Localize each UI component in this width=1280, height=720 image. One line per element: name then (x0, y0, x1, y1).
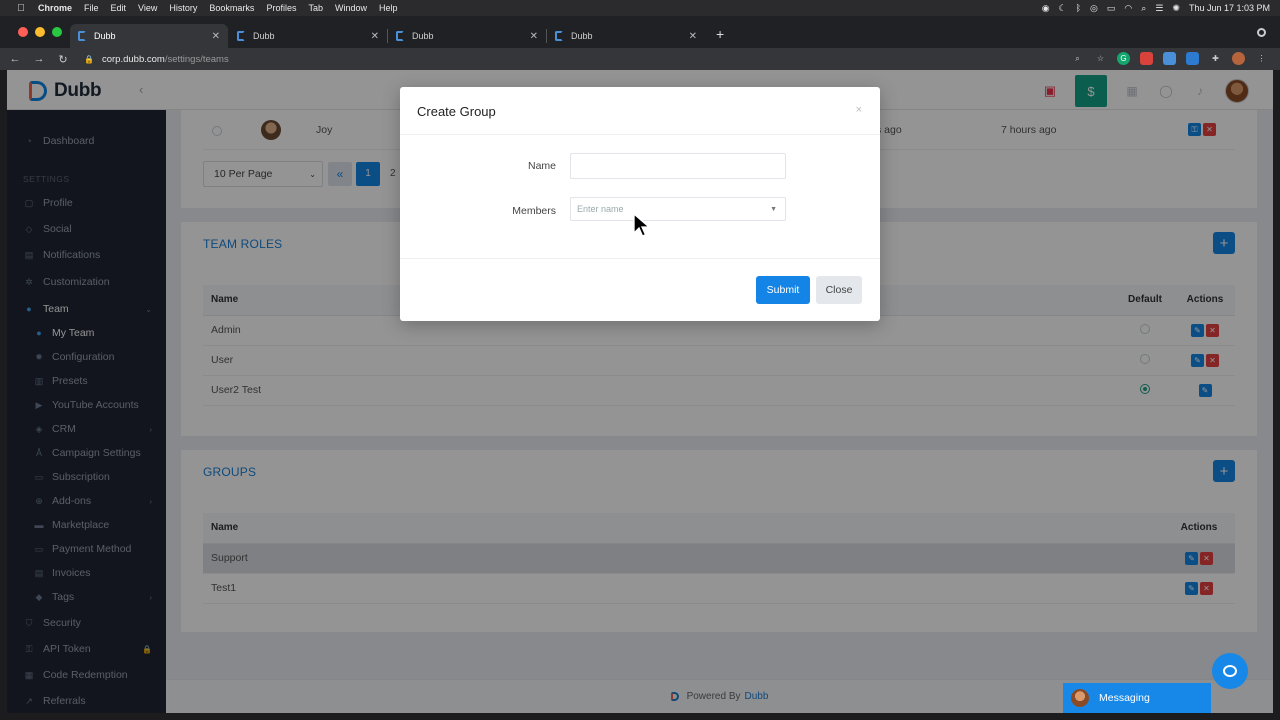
menu-edit[interactable]: Edit (111, 3, 127, 13)
extension-icons: ⌕ ☆ G ✚ ⋮ (1071, 52, 1268, 65)
browser-tab[interactable]: Dubb ✕ (388, 24, 547, 48)
dubb-favicon-icon (78, 31, 86, 41)
group-name-input[interactable] (570, 153, 786, 179)
airplay-icon[interactable]: ◎ (1090, 3, 1098, 14)
puzzle-icon[interactable]: ✚ (1209, 52, 1222, 65)
tab-title: Dubb (571, 31, 593, 41)
tab-title: Dubb (94, 31, 116, 41)
close-icon[interactable]: × (856, 104, 862, 116)
submit-button[interactable]: Submit (756, 276, 810, 304)
extension-red-icon[interactable] (1140, 52, 1153, 65)
extension-blue-icon[interactable] (1186, 52, 1199, 65)
browser-tab[interactable]: Dubb ✕ (547, 24, 705, 48)
menu-clock[interactable]: Thu Jun 17 1:03 PM (1189, 3, 1270, 13)
tab-title: Dubb (253, 31, 275, 41)
close-window-icon[interactable] (18, 27, 28, 37)
address-host: corp.dubb.com (101, 53, 165, 65)
status-icon[interactable]: ◉ (1042, 3, 1050, 14)
messaging-avatar (1071, 689, 1089, 707)
dubb-favicon-icon (396, 31, 404, 41)
members-label: Members (512, 205, 556, 217)
minimize-window-icon[interactable] (35, 27, 45, 37)
browser-tab[interactable]: Dubb ✕ (229, 24, 388, 48)
window-controls (18, 27, 62, 37)
back-icon[interactable]: ← (6, 53, 24, 65)
menu-window[interactable]: Window (335, 3, 367, 13)
apple-icon[interactable]:  (14, 3, 28, 14)
grammarly-icon[interactable]: G (1117, 52, 1130, 65)
menu-history[interactable]: History (169, 3, 197, 13)
browser-tab-strip: Dubb ✕ Dubb ✕ Dubb ✕ Dubb ✕ + (0, 16, 1280, 48)
search-icon[interactable]: ⌕ (1141, 3, 1146, 14)
browser-tab[interactable]: Dubb ✕ (70, 24, 228, 48)
forward-icon[interactable]: → (30, 53, 48, 65)
menu-file[interactable]: File (84, 3, 99, 13)
bookmark-star-icon[interactable]: ☆ (1094, 52, 1107, 65)
chat-bubble-icon (1223, 665, 1237, 677)
close-tab-icon[interactable]: ✕ (212, 31, 220, 42)
tab-title: Dubb (412, 31, 434, 41)
menu-help[interactable]: Help (379, 3, 398, 13)
siri-icon[interactable]: ✺ (1172, 3, 1180, 14)
tab-search-icon[interactable] (1257, 28, 1266, 37)
close-tab-icon[interactable]: ✕ (530, 31, 538, 42)
menu-view[interactable]: View (138, 3, 157, 13)
zoom-icon[interactable]: ⌕ (1071, 52, 1084, 65)
create-group-modal: Create Group × Name Members Enter name ▼… (400, 87, 880, 321)
close-tab-icon[interactable]: ✕ (371, 31, 379, 42)
mac-menu-bar:  Chrome File Edit View History Bookmark… (0, 0, 1280, 16)
browser-toolbar: ← → ↻ 🔒 corp.dubb.com/settings/teams ⌕ ☆… (0, 48, 1280, 70)
address-bar[interactable]: 🔒 corp.dubb.com/settings/teams (84, 50, 1114, 68)
messaging-label: Messaging (1099, 692, 1150, 704)
bluetooth-icon[interactable]: ᛒ (1076, 3, 1081, 13)
menu-tab[interactable]: Tab (308, 3, 323, 13)
dubb-extension-icon[interactable] (1163, 52, 1176, 65)
reload-icon[interactable]: ↻ (54, 53, 72, 66)
chat-launcher-button[interactable] (1212, 653, 1248, 689)
address-path: /settings/teams (164, 53, 229, 65)
profile-avatar-icon[interactable] (1232, 52, 1245, 65)
modal-title: Create Group (417, 104, 496, 119)
close-tab-icon[interactable]: ✕ (689, 31, 697, 42)
menu-bookmarks[interactable]: Bookmarks (209, 3, 254, 13)
caret-down-icon: ▼ (770, 205, 777, 213)
dubb-favicon-icon (555, 31, 563, 41)
zoom-window-icon[interactable] (52, 27, 62, 37)
new-tab-icon[interactable]: + (716, 26, 724, 42)
messaging-widget[interactable]: Messaging (1063, 683, 1211, 713)
moon-icon[interactable]: ☾ (1059, 3, 1067, 14)
kebab-menu-icon[interactable]: ⋮ (1255, 52, 1268, 65)
menu-profiles[interactable]: Profiles (266, 3, 296, 13)
dubb-favicon-icon (237, 31, 245, 41)
menu-app-name[interactable]: Chrome (38, 3, 72, 13)
wifi-icon[interactable]: ◠ (1124, 3, 1132, 14)
members-select[interactable]: Enter name ▼ (570, 197, 786, 221)
battery-icon[interactable]: ▭ (1107, 3, 1116, 14)
name-label: Name (527, 160, 556, 172)
close-button[interactable]: Close (816, 276, 862, 304)
lock-icon: 🔒 (84, 54, 94, 64)
members-placeholder: Enter name (577, 204, 624, 214)
control-center-icon[interactable]: ☰ (1155, 3, 1163, 14)
